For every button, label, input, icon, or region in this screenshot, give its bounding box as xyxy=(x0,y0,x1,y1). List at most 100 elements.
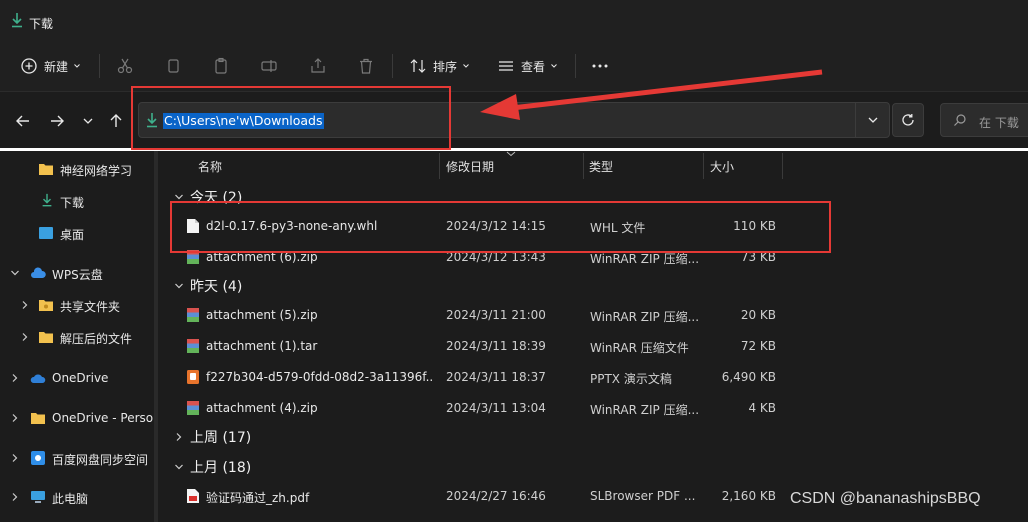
annotation-arrow-icon xyxy=(480,69,823,120)
sidebar-item-extracted[interactable]: 解压后的文件 xyxy=(0,325,154,349)
file-name: attachment (1).tar xyxy=(206,339,318,353)
toolbar-separator xyxy=(392,54,393,78)
title-bar: 下载 xyxy=(0,0,1028,40)
sort-label: 排序 xyxy=(433,59,458,74)
column-separator[interactable] xyxy=(583,153,584,179)
search-icon xyxy=(954,114,966,126)
sidebar-item-label: OneDrive - Perso xyxy=(52,411,154,425)
sidebar-item-label: WPS云盘 xyxy=(52,268,103,282)
rename-icon xyxy=(261,60,277,72)
group-header-last-month[interactable]: 上月 (18) xyxy=(174,456,251,478)
search-box[interactable]: 在 下载 xyxy=(940,103,1028,137)
copy-icon xyxy=(168,59,179,73)
chevron-right-icon xyxy=(22,301,28,309)
chevron-right-icon xyxy=(12,493,18,501)
sidebar-item-this-pc[interactable]: 此电脑 xyxy=(0,485,154,509)
back-button[interactable] xyxy=(12,110,34,132)
paste-icon xyxy=(215,57,227,74)
pdf-icon xyxy=(187,489,199,503)
sidebar-item-label: 下载 xyxy=(60,196,85,210)
column-header-name[interactable]: 名称 xyxy=(198,151,222,181)
sidebar-item-label: 共享文件夹 xyxy=(60,300,121,314)
group-label: 昨天 (4) xyxy=(190,279,243,295)
onedrive-icon xyxy=(30,374,46,383)
copy-button[interactable] xyxy=(164,40,182,92)
column-header-type[interactable]: 类型 xyxy=(589,151,613,181)
chevron-right-icon xyxy=(12,414,18,422)
file-name: attachment (5).zip xyxy=(206,308,318,322)
file-name: attachment (4).zip xyxy=(206,401,318,415)
sidebar-item-label: 解压后的文件 xyxy=(60,332,133,346)
group-label: 上月 (18) xyxy=(190,460,252,476)
arrow-left-icon xyxy=(16,115,29,127)
sidebar-item-baidu-sync[interactable]: 百度网盘同步空间 xyxy=(0,446,154,470)
download-icon xyxy=(42,193,52,207)
sidebar-item-onedrive[interactable]: OneDrive xyxy=(0,366,154,390)
sidebar-item-neural-net[interactable]: 神经网络学习 xyxy=(0,157,154,181)
pc-icon xyxy=(31,491,45,503)
file-size: 72 KB xyxy=(740,339,776,353)
chevron-down-icon xyxy=(175,283,183,289)
rename-button[interactable] xyxy=(260,40,278,92)
file-type: WinRAR 压缩文件 xyxy=(590,341,689,355)
navigation-pane: 神经网络学习 下载 桌面 WPS云盘 共享文件夹 解压后的文件 OneDrive… xyxy=(0,151,154,522)
file-type: PPTX 演示文稿 xyxy=(590,372,672,386)
cut-button[interactable] xyxy=(116,40,134,92)
share-button[interactable] xyxy=(309,40,327,92)
file-date: 2024/3/11 13:04 xyxy=(446,401,546,415)
table-row[interactable]: attachment (4).zip 2024/3/11 13:04 WinRA… xyxy=(174,394,814,422)
file-type: SLBrowser PDF ... xyxy=(590,489,696,503)
column-separator[interactable] xyxy=(439,153,440,179)
chevron-right-icon xyxy=(22,333,28,341)
sidebar-item-wps-cloud[interactable]: WPS云盘 xyxy=(0,261,154,285)
sidebar-item-onedrive-personal[interactable]: OneDrive - Perso xyxy=(0,406,154,430)
chevron-down-icon xyxy=(83,118,93,124)
sidebar-item-shared-folder[interactable]: 共享文件夹 xyxy=(0,293,154,317)
scissors-icon xyxy=(117,58,133,74)
cloud-icon xyxy=(31,267,46,278)
new-button[interactable]: 新建 xyxy=(20,40,81,92)
sidebar-scrollbar[interactable] xyxy=(154,151,158,522)
chevron-right-icon xyxy=(12,374,18,382)
chevron-down-icon xyxy=(11,270,19,276)
column-separator[interactable] xyxy=(703,153,704,179)
table-row[interactable]: attachment (1).tar 2024/3/11 18:39 WinRA… xyxy=(174,332,814,360)
group-label: 上周 (17) xyxy=(190,430,252,446)
new-label: 新建 xyxy=(44,59,69,74)
paste-button[interactable] xyxy=(212,40,230,92)
sort-chevron-icon xyxy=(506,151,516,157)
file-date: 2024/2/27 16:46 xyxy=(446,489,546,503)
column-separator[interactable] xyxy=(782,153,783,179)
table-row[interactable]: attachment (5).zip 2024/3/11 21:00 WinRA… xyxy=(174,301,814,329)
toolbar-separator xyxy=(99,54,100,78)
table-row[interactable]: f227b304-d579-0fdd-08d2-3a11396f... 2024… xyxy=(174,363,814,391)
group-header-last-week[interactable]: 上周 (17) xyxy=(174,426,251,448)
group-header-yesterday[interactable]: 昨天 (4) xyxy=(174,275,242,297)
window-title: 下载 xyxy=(29,17,54,31)
folder-icon xyxy=(39,164,53,175)
column-header-date[interactable]: 修改日期 xyxy=(446,151,494,181)
share-icon xyxy=(311,58,325,73)
recent-locations-button[interactable] xyxy=(77,110,99,132)
up-button[interactable] xyxy=(105,110,127,132)
delete-button[interactable] xyxy=(357,40,375,92)
forward-button[interactable] xyxy=(46,110,68,132)
sidebar-item-desktop[interactable]: 桌面 xyxy=(0,221,154,245)
sidebar-item-downloads[interactable]: 下载 xyxy=(0,189,154,213)
sort-icon xyxy=(410,59,426,73)
file-name: 验证码通过_zh.pdf xyxy=(206,491,310,505)
table-row[interactable]: 验证码通过_zh.pdf 2024/2/27 16:46 SLBrowser P… xyxy=(174,482,814,510)
sidebar-item-label: 神经网络学习 xyxy=(60,164,133,178)
address-history-button[interactable] xyxy=(855,103,889,137)
chevron-right-icon xyxy=(176,433,182,441)
sidebar-item-label: 百度网盘同步空间 xyxy=(52,453,149,467)
search-placeholder: 在 下载 xyxy=(979,116,1019,130)
file-date: 2024/3/11 21:00 xyxy=(446,308,546,322)
winrar-icon xyxy=(187,308,199,322)
file-date: 2024/3/11 18:39 xyxy=(446,339,546,353)
refresh-button[interactable] xyxy=(892,103,924,137)
sort-button[interactable]: 排序 xyxy=(409,40,470,92)
chevron-down-icon xyxy=(175,464,183,470)
sidebar-item-label: 桌面 xyxy=(60,228,85,242)
column-header-size[interactable]: 大小 xyxy=(710,151,734,181)
